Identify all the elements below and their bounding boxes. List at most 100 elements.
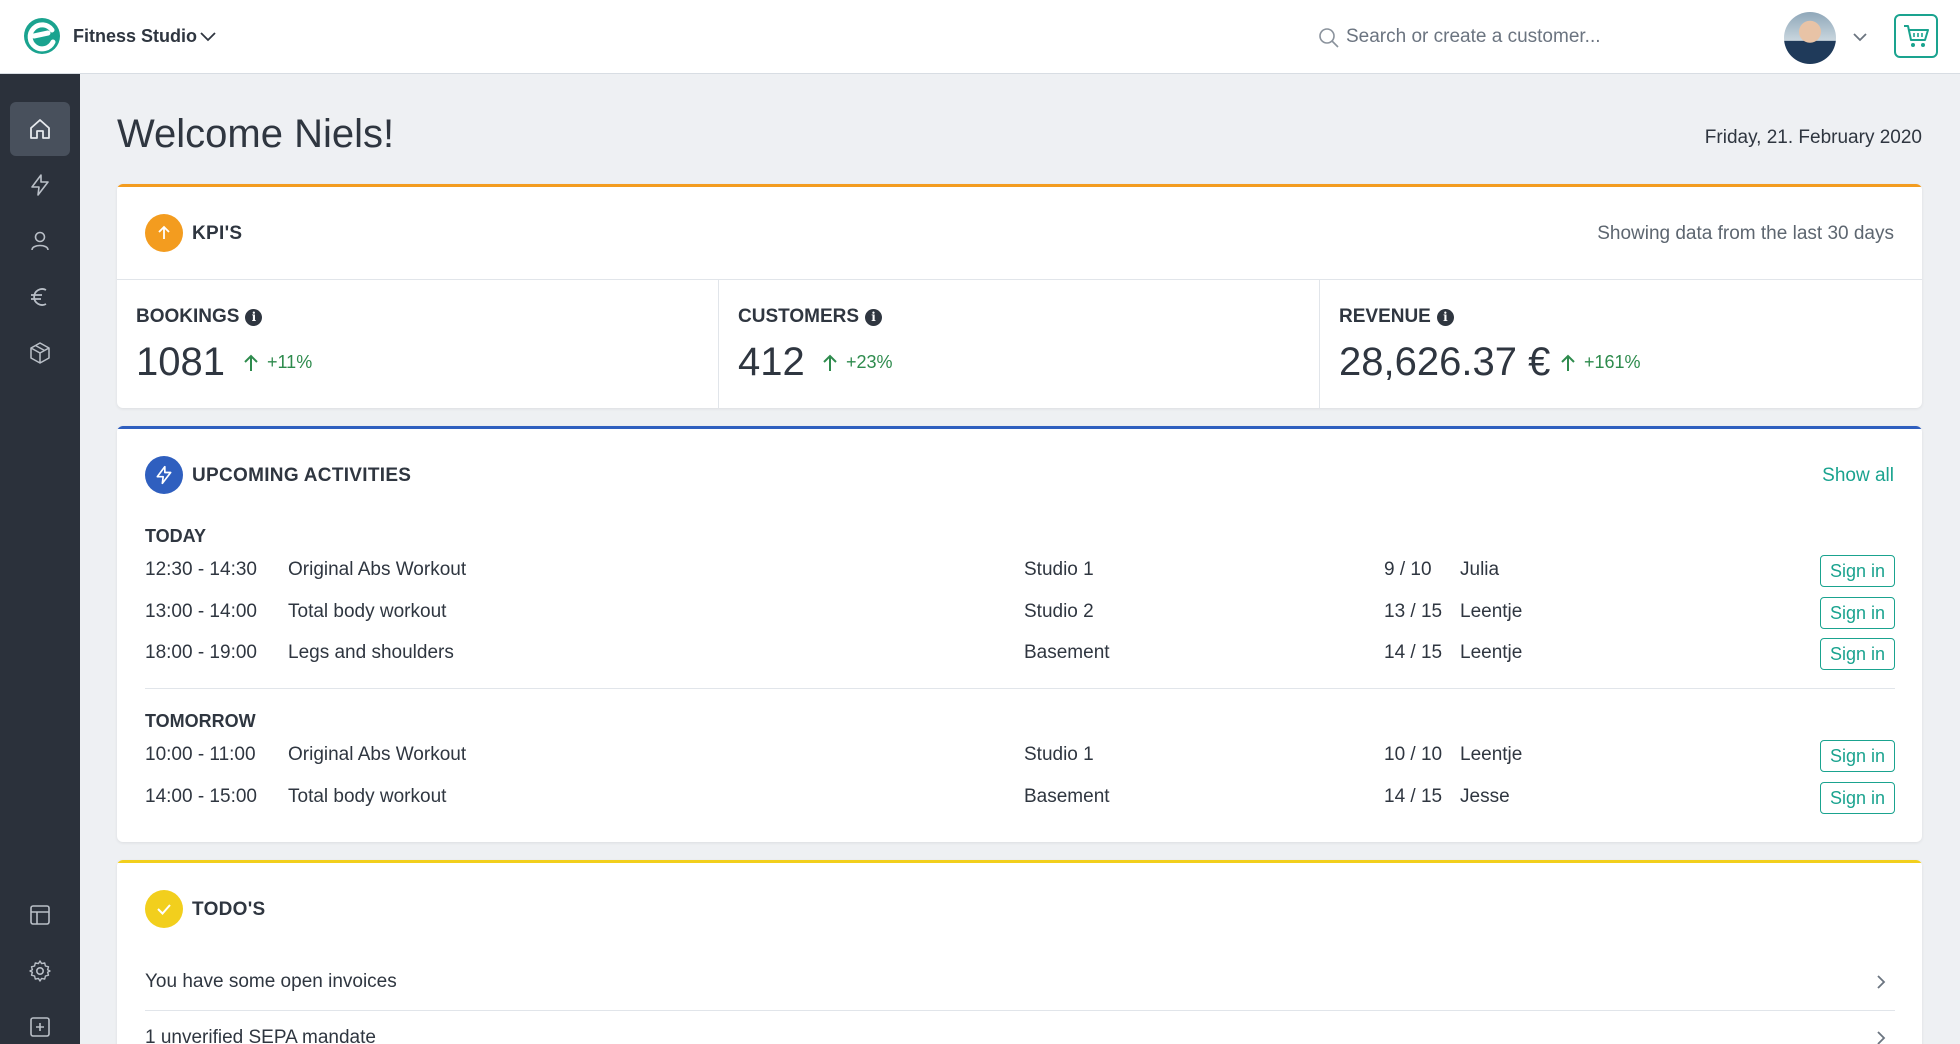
activity-name[interactable]: Original Abs Workout bbox=[288, 744, 466, 766]
arrow-up-icon bbox=[1561, 354, 1575, 371]
activity-room: Studio 1 bbox=[1024, 744, 1094, 765]
activity-trainer: Julia bbox=[1460, 559, 1500, 580]
kpi-bookings: BOOKINGS i 1081 +11% bbox=[117, 280, 718, 408]
arrow-up-icon bbox=[145, 214, 183, 252]
activity-name[interactable]: Total body workout bbox=[288, 601, 446, 623]
search-icon bbox=[1319, 28, 1339, 48]
top-bar: Fitness Studio bbox=[0, 0, 1960, 74]
sidebar-item-layout[interactable] bbox=[10, 888, 70, 942]
chevron-right-icon bbox=[1877, 1031, 1886, 1044]
plus-square-icon bbox=[30, 1017, 50, 1037]
todo-item-sepa-mandate[interactable]: 1 unverified SEPA mandate bbox=[145, 1011, 1895, 1044]
activity-capacity: 14 / 15 bbox=[1384, 786, 1443, 807]
group-label-tomorrow: TOMORROW bbox=[145, 711, 256, 731]
cart-icon bbox=[1904, 25, 1929, 47]
sidebar-item-activities[interactable] bbox=[10, 158, 70, 212]
sidebar bbox=[0, 74, 80, 1044]
euro-icon bbox=[31, 288, 47, 306]
chevron-down-icon[interactable] bbox=[198, 26, 218, 46]
lightning-icon bbox=[31, 174, 49, 196]
kpi-change: +23% bbox=[822, 352, 893, 373]
activity-name[interactable]: Original Abs Workout bbox=[288, 559, 466, 581]
activity-trainer: Leentje bbox=[1460, 744, 1523, 765]
kpi-card: KPI'S Showing data from the last 30 days… bbox=[117, 184, 1922, 408]
kpi-label: BOOKINGS i bbox=[136, 306, 263, 328]
sidebar-item-customers[interactable] bbox=[10, 214, 70, 268]
sidebar-item-home[interactable] bbox=[10, 102, 70, 156]
activity-time: 13:00 - 14:00 bbox=[145, 601, 257, 622]
show-all-link[interactable]: Show all bbox=[1822, 465, 1894, 487]
activity-row: 12:30 - 14:30 Original Abs Workout Studi… bbox=[145, 552, 1895, 588]
info-icon[interactable]: i bbox=[865, 308, 883, 326]
divider bbox=[145, 688, 1895, 689]
box-icon bbox=[30, 342, 50, 364]
sign-in-button[interactable]: Sign in bbox=[1820, 638, 1895, 670]
kpi-label-text: REVENUE bbox=[1339, 306, 1431, 327]
sign-in-button[interactable]: Sign in bbox=[1820, 782, 1895, 814]
activity-time: 12:30 - 14:30 bbox=[145, 559, 257, 580]
sign-in-button[interactable]: Sign in bbox=[1820, 555, 1895, 587]
sign-in-button[interactable]: Sign in bbox=[1820, 597, 1895, 629]
arrow-up-icon bbox=[823, 354, 837, 371]
chevron-right-icon bbox=[1877, 975, 1886, 989]
activity-name[interactable]: Total body workout bbox=[288, 786, 446, 808]
activity-room: Basement bbox=[1024, 786, 1110, 807]
card-accent-bar bbox=[117, 426, 1922, 429]
card-accent-bar bbox=[117, 860, 1922, 863]
sidebar-item-finance[interactable] bbox=[10, 270, 70, 324]
studio-name[interactable]: Fitness Studio bbox=[73, 26, 197, 47]
activities-title: UPCOMING ACTIVITIES bbox=[192, 465, 412, 486]
info-icon[interactable]: i bbox=[245, 308, 263, 326]
home-icon bbox=[30, 119, 50, 139]
kpi-label-text: BOOKINGS bbox=[136, 306, 240, 327]
studio-logo-icon[interactable] bbox=[22, 16, 62, 56]
kpi-change-text: +23% bbox=[846, 352, 893, 372]
kpi-value: 1081 bbox=[136, 340, 225, 384]
activity-trainer: Leentje bbox=[1460, 601, 1523, 622]
activity-capacity: 10 / 10 bbox=[1384, 744, 1443, 765]
lightning-icon bbox=[145, 456, 183, 494]
sign-in-button[interactable]: Sign in bbox=[1820, 740, 1895, 772]
kpi-change-text: +161% bbox=[1584, 352, 1641, 372]
kpi-title: KPI'S bbox=[192, 223, 243, 244]
info-icon[interactable]: i bbox=[1436, 308, 1454, 326]
layout-icon bbox=[30, 905, 50, 925]
arrow-up-icon bbox=[244, 354, 258, 371]
activity-room: Studio 1 bbox=[1024, 559, 1094, 580]
kpi-revenue: REVENUE i 28,626.37 € +161% bbox=[1319, 280, 1922, 408]
user-icon bbox=[31, 231, 49, 251]
kpi-label: REVENUE i bbox=[1339, 306, 1454, 328]
activity-time: 14:00 - 15:00 bbox=[145, 786, 257, 807]
gear-icon bbox=[29, 960, 51, 982]
sidebar-item-add[interactable] bbox=[10, 1000, 70, 1044]
group-label-today: TODAY bbox=[145, 526, 207, 546]
cart-button[interactable] bbox=[1894, 14, 1938, 58]
todo-text: You have some open invoices bbox=[145, 971, 397, 992]
kpi-change-text: +11% bbox=[267, 352, 313, 372]
kpi-period-note: Showing data from the last 30 days bbox=[1597, 223, 1894, 244]
sidebar-item-products[interactable] bbox=[10, 326, 70, 380]
activity-row: 13:00 - 14:00 Total body workout Studio … bbox=[145, 594, 1895, 630]
activity-capacity: 9 / 10 bbox=[1384, 559, 1432, 580]
kpi-change: +11% bbox=[243, 352, 312, 373]
todos-title: TODO'S bbox=[192, 899, 266, 920]
todo-text: 1 unverified SEPA mandate bbox=[145, 1027, 376, 1044]
user-avatar[interactable] bbox=[1784, 12, 1836, 64]
activity-row: 10:00 - 11:00 Original Abs Workout Studi… bbox=[145, 737, 1895, 773]
activity-room: Basement bbox=[1024, 642, 1110, 663]
kpi-label-text: CUSTOMERS bbox=[738, 306, 860, 327]
activity-capacity: 13 / 15 bbox=[1384, 601, 1443, 622]
activity-name[interactable]: Legs and shoulders bbox=[288, 642, 454, 664]
todo-item-open-invoices[interactable]: You have some open invoices bbox=[145, 955, 1895, 1011]
activity-trainer: Leentje bbox=[1460, 642, 1523, 663]
kpi-value: 412 bbox=[738, 340, 805, 384]
upcoming-activities-card: UPCOMING ACTIVITIES Show all TODAY 12:30… bbox=[117, 426, 1922, 842]
sidebar-item-settings[interactable] bbox=[10, 944, 70, 998]
activity-room: Studio 2 bbox=[1024, 601, 1094, 622]
activity-time: 10:00 - 11:00 bbox=[145, 744, 256, 765]
current-date: Friday, 21. February 2020 bbox=[1704, 127, 1922, 148]
chevron-down-icon[interactable] bbox=[1850, 27, 1870, 47]
customer-search-input[interactable] bbox=[1346, 20, 1646, 54]
todos-card: TODO'S You have some open invoices 1 unv… bbox=[117, 860, 1922, 1044]
activity-trainer: Jesse bbox=[1460, 786, 1510, 807]
